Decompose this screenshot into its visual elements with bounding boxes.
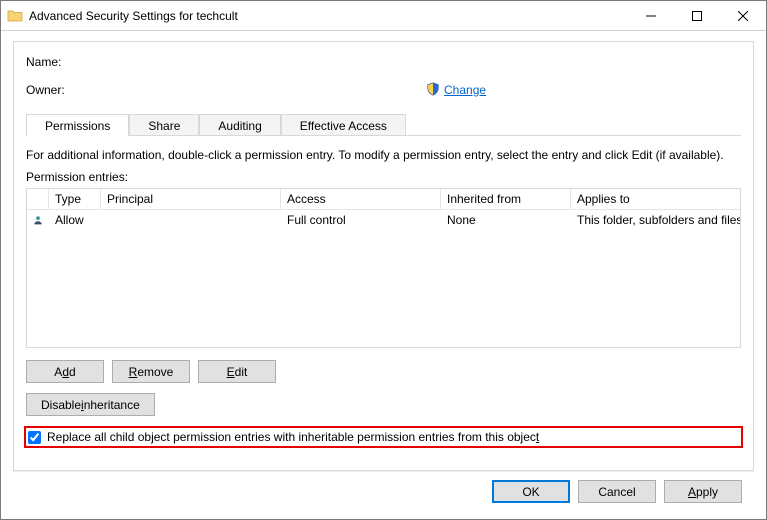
cell-principal	[101, 218, 281, 222]
window: Advanced Security Settings for techcult …	[0, 0, 767, 520]
col-access[interactable]: Access	[281, 189, 441, 209]
tab-share[interactable]: Share	[129, 114, 199, 136]
col-principal[interactable]: Principal	[101, 189, 281, 209]
tab-label: Auditing	[218, 119, 261, 133]
apply-button[interactable]: Apply	[664, 480, 742, 503]
tab-label: Effective Access	[300, 119, 387, 133]
col-icon[interactable]	[27, 189, 49, 209]
window-title: Advanced Security Settings for techcult	[29, 9, 628, 23]
cell-type: Allow	[49, 211, 101, 229]
principal-icon	[27, 211, 49, 229]
cancel-button[interactable]: Cancel	[578, 480, 656, 503]
replace-child-entries-label: Replace all child object permission entr…	[47, 430, 539, 444]
permission-entries-label: Permission entries:	[26, 170, 741, 184]
tab-permissions[interactable]: Permissions	[26, 114, 129, 136]
edit-button[interactable]: Edit	[198, 360, 276, 383]
permission-table: Type Principal Access Inherited from App…	[26, 188, 741, 348]
info-text: For additional information, double-click…	[26, 148, 741, 162]
cell-access: Full control	[281, 211, 441, 229]
content-panel: Name: Owner: Change Permissions Share	[13, 41, 754, 471]
col-applies[interactable]: Applies to	[571, 189, 740, 209]
add-button[interactable]: Add	[26, 360, 104, 383]
owner-value: Change	[86, 82, 741, 99]
shield-icon	[426, 82, 440, 99]
maximize-button[interactable]	[674, 1, 720, 31]
disable-inheritance-row: Disable inheritance	[26, 393, 741, 416]
titlebar: Advanced Security Settings for techcult	[1, 1, 766, 31]
owner-row: Owner: Change	[26, 80, 741, 100]
col-inherited[interactable]: Inherited from	[441, 189, 571, 209]
table-header: Type Principal Access Inherited from App…	[27, 189, 740, 210]
tab-underline	[26, 135, 741, 136]
replace-child-entries-checkbox[interactable]	[28, 431, 41, 444]
remove-button[interactable]: Remove	[112, 360, 190, 383]
tab-effective-access[interactable]: Effective Access	[281, 114, 406, 136]
tab-strip: Permissions Share Auditing Effective Acc…	[26, 114, 741, 136]
replace-child-entries-checkbox-row[interactable]: Replace all child object permission entr…	[26, 428, 741, 446]
table-row[interactable]: Allow Full control None This folder, sub…	[27, 210, 740, 230]
change-owner-link[interactable]: Change	[444, 83, 486, 97]
cell-inherited: None	[441, 211, 571, 229]
tab-label: Share	[148, 119, 180, 133]
tab-auditing[interactable]: Auditing	[199, 114, 280, 136]
cell-applies: This folder, subfolders and files	[571, 211, 740, 229]
folder-icon	[7, 8, 23, 24]
name-row: Name:	[26, 52, 741, 72]
minimize-button[interactable]	[628, 1, 674, 31]
owner-label: Owner:	[26, 83, 86, 97]
close-button[interactable]	[720, 1, 766, 31]
tab-label: Permissions	[45, 119, 110, 133]
client-area: Name: Owner: Change Permissions Share	[1, 31, 766, 519]
ok-button[interactable]: OK	[492, 480, 570, 503]
name-label: Name:	[26, 55, 86, 69]
dialog-buttons: OK Cancel Apply	[13, 471, 754, 511]
col-type[interactable]: Type	[49, 189, 101, 209]
disable-inheritance-button[interactable]: Disable inheritance	[26, 393, 155, 416]
entry-buttons: Add Remove Edit	[26, 360, 741, 383]
